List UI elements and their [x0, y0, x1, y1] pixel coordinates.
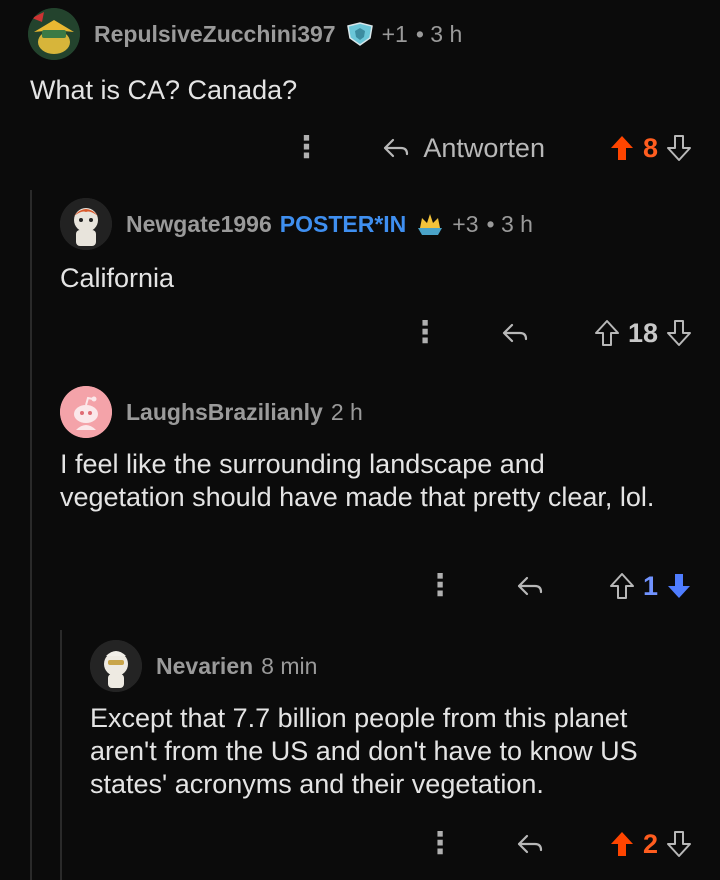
reply-label: Antworten — [423, 132, 545, 163]
vote-count: 18 — [627, 317, 658, 348]
vote-control: 18 — [594, 318, 692, 349]
user-avatar[interactable] — [28, 8, 80, 60]
comment-body: Except that 7.7 billion people from this… — [90, 703, 638, 799]
downvote-arrow-icon[interactable] — [666, 572, 692, 600]
reply-icon — [500, 321, 530, 345]
karma-badge: +3 — [452, 210, 479, 237]
reply-icon — [381, 136, 411, 160]
vote-count: 1 — [642, 570, 658, 601]
award-crown-icon[interactable] — [416, 212, 444, 236]
vote-count: 2 — [642, 828, 658, 859]
upvote-arrow-icon[interactable] — [609, 572, 635, 600]
username[interactable]: LaughsBrazilianly — [126, 399, 323, 426]
reply-button[interactable] — [500, 321, 530, 345]
timestamp: • 3 h — [486, 210, 533, 237]
comment-body: What is CA? Canada? — [30, 75, 298, 105]
thread-line-2 — [60, 630, 62, 880]
upvote-arrow-icon[interactable] — [609, 830, 635, 858]
upvote-arrow-icon[interactable] — [594, 319, 620, 347]
vote-control: 8 — [609, 133, 692, 164]
reply-icon — [515, 832, 545, 856]
vote-control: 2 — [609, 829, 692, 860]
vote-count: 8 — [642, 132, 658, 163]
reply-button[interactable] — [515, 832, 545, 856]
timestamp: 2 h — [330, 398, 363, 425]
downvote-arrow-icon[interactable] — [666, 319, 692, 347]
karma-badge: +1 — [381, 20, 408, 47]
more-options-icon[interactable]: ⋮ — [410, 318, 440, 348]
downvote-arrow-icon[interactable] — [666, 830, 692, 858]
comment-body: I feel like the surrounding landscape an… — [60, 449, 655, 512]
upvote-arrow-icon[interactable] — [609, 134, 635, 162]
poster-flair: POSTER*IN — [279, 210, 407, 237]
user-avatar[interactable] — [60, 198, 112, 250]
reply-button[interactable] — [515, 574, 545, 598]
reply-icon — [515, 574, 545, 598]
timestamp: 8 min — [261, 652, 318, 679]
user-avatar[interactable] — [90, 640, 142, 692]
comment-body: California — [60, 263, 175, 293]
thread-line-1 — [30, 190, 32, 880]
user-avatar[interactable] — [60, 386, 112, 438]
reply-button[interactable]: Antworten — [381, 133, 545, 164]
more-options-icon[interactable]: ⋮ — [291, 133, 321, 163]
username[interactable]: Nevarien — [156, 653, 253, 680]
downvote-arrow-icon[interactable] — [666, 134, 692, 162]
more-options-icon[interactable]: ⋮ — [425, 571, 455, 601]
username[interactable]: Newgate1996 — [126, 211, 272, 238]
username[interactable]: RepulsiveZucchini397 — [94, 21, 336, 48]
vote-control: 1 — [609, 571, 692, 602]
more-options-icon[interactable]: ⋮ — [425, 829, 455, 859]
award-shield-icon[interactable] — [346, 22, 374, 46]
timestamp: • 3 h — [415, 20, 463, 47]
